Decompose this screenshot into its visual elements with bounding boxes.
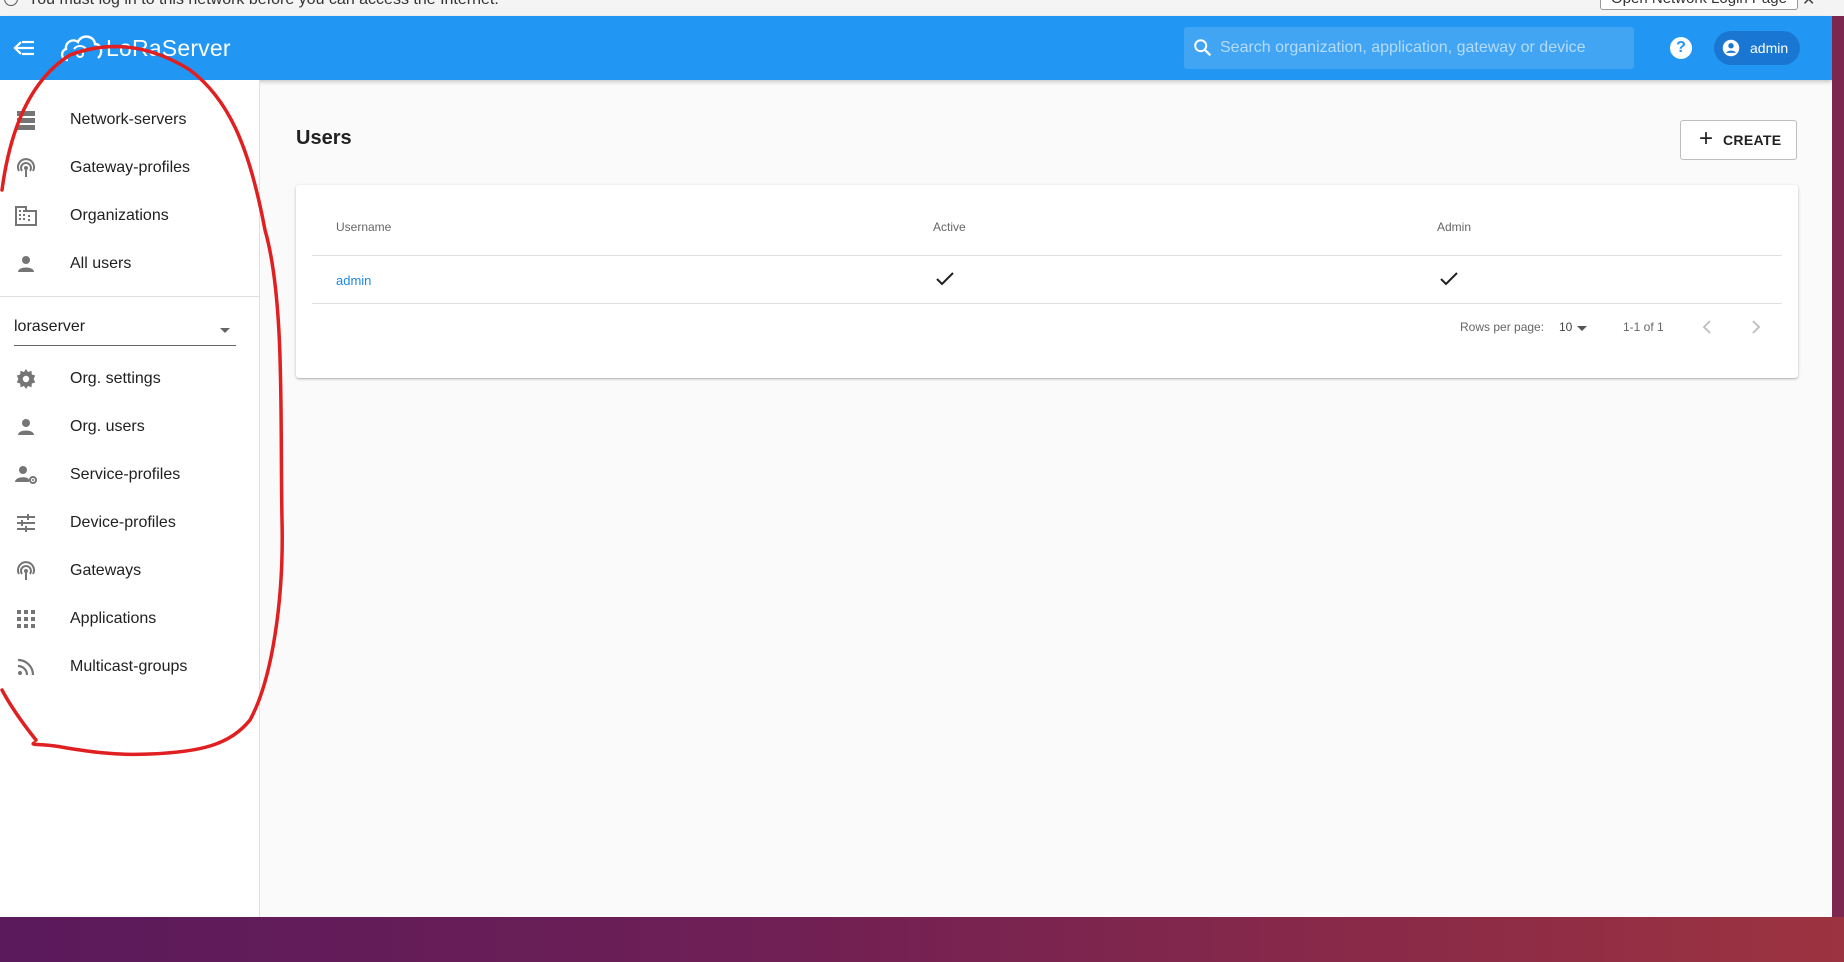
- organization-select-value: loraserver: [14, 318, 86, 335]
- active-check-icon: [936, 272, 954, 286]
- radar-icon: [17, 158, 35, 177]
- create-button-label: CREATE: [1723, 132, 1782, 148]
- sidebar-item-organizations[interactable]: Organizations: [0, 192, 259, 240]
- sidebar-item-org-settings[interactable]: Org. settings: [0, 355, 259, 403]
- sidebar-item-gateway-profiles[interactable]: Gateway-profiles: [0, 144, 259, 192]
- column-header-username[interactable]: Username: [336, 220, 391, 234]
- menu-collapse-icon[interactable]: [12, 36, 40, 60]
- table-row-divider: [312, 303, 1782, 304]
- sidebar-item-label: Service-profiles: [70, 466, 181, 483]
- column-header-active[interactable]: Active: [933, 220, 966, 234]
- gear-icon: [16, 369, 36, 389]
- help-icon[interactable]: ?: [1670, 37, 1692, 59]
- network-login-notice: You must log in to this network before y…: [0, 0, 1844, 16]
- sidebar-item-all-users[interactable]: All users: [0, 240, 259, 288]
- loraserver-logo[interactable]: LoRaServer: [58, 28, 231, 68]
- sidebar-item-label: Device-profiles: [70, 514, 176, 531]
- sidebar-item-label: All users: [70, 255, 132, 272]
- organization-select[interactable]: loraserver: [14, 312, 236, 346]
- column-header-admin[interactable]: Admin: [1437, 220, 1471, 234]
- sidebar-item-service-profiles[interactable]: Service-profiles: [0, 451, 259, 499]
- cloud-logo-icon: [60, 35, 103, 62]
- apps-grid-icon: [17, 610, 35, 628]
- sidebar-item-device-profiles[interactable]: Device-profiles: [0, 499, 259, 547]
- previous-page-icon[interactable]: [1694, 313, 1722, 341]
- sidebar-item-network-servers[interactable]: Network-servers: [0, 96, 259, 144]
- create-user-button[interactable]: + CREATE: [1680, 120, 1797, 160]
- rows-per-page-label: Rows per page:: [1460, 320, 1545, 334]
- person-icon: [18, 419, 34, 435]
- sidebar-item-label: Gateways: [70, 562, 142, 579]
- open-network-login-button[interactable]: Open Network Login Page: [1600, 0, 1798, 10]
- desktop-background-right: [1832, 16, 1844, 917]
- rss-icon: [17, 658, 35, 676]
- account-circle-icon: [1722, 39, 1740, 57]
- sidebar-item-label: Network-servers: [70, 111, 187, 128]
- plus-icon: +: [1699, 124, 1714, 152]
- sidebar-divider: [0, 296, 259, 297]
- pagination-range: 1-1 of 1: [1623, 320, 1664, 334]
- global-search[interactable]: [1184, 27, 1634, 69]
- dns-icon: [17, 111, 35, 130]
- sidebar-item-org-users[interactable]: Org. users: [0, 403, 259, 451]
- table-header-divider: [312, 255, 1782, 256]
- admin-check-icon: [1440, 272, 1458, 286]
- sidebar: Network-servers Gateway-profiles Organiz…: [0, 80, 260, 917]
- app-bar: LoRaServer ? admin: [0, 16, 1832, 80]
- account-settings-icon: [15, 466, 37, 484]
- user-menu-button[interactable]: admin: [1714, 31, 1800, 65]
- sidebar-item-label: Org. settings: [70, 370, 161, 387]
- domain-icon: [15, 206, 37, 226]
- rows-per-page-select[interactable]: 10: [1559, 316, 1591, 338]
- user-name: admin: [1750, 40, 1789, 56]
- sidebar-item-applications[interactable]: Applications: [0, 595, 259, 643]
- search-icon: [1194, 39, 1212, 57]
- rows-per-page-value: 10: [1559, 320, 1573, 334]
- next-page-icon[interactable]: [1741, 313, 1769, 341]
- tune-icon: [17, 514, 35, 532]
- dropdown-arrow-icon: [1577, 326, 1587, 331]
- sidebar-item-label: Applications: [70, 610, 157, 627]
- info-icon: [4, 0, 18, 6]
- sidebar-item-label: Org. users: [70, 418, 145, 435]
- sidebar-item-label: Organizations: [70, 207, 169, 224]
- close-notice-icon[interactable]: ✕: [1802, 0, 1815, 10]
- radar-icon: [17, 561, 35, 580]
- username-link-admin[interactable]: admin: [336, 273, 371, 288]
- sidebar-item-gateways[interactable]: Gateways: [0, 547, 259, 595]
- search-input[interactable]: [1220, 27, 1625, 69]
- notice-text: You must log in to this network before y…: [28, 0, 499, 9]
- sidebar-item-multicast-groups[interactable]: Multicast-groups: [0, 643, 259, 691]
- sidebar-item-label: Multicast-groups: [70, 658, 188, 675]
- page-title: Users: [296, 127, 352, 149]
- sidebar-item-label: Gateway-profiles: [70, 159, 191, 176]
- person-icon: [18, 256, 34, 272]
- desktop-background: [0, 917, 1844, 962]
- users-table-card: Username Active Admin admin Rows per pag…: [296, 185, 1798, 378]
- logo-text: LoRaServer: [106, 34, 231, 61]
- dropdown-arrow-icon: [220, 328, 230, 333]
